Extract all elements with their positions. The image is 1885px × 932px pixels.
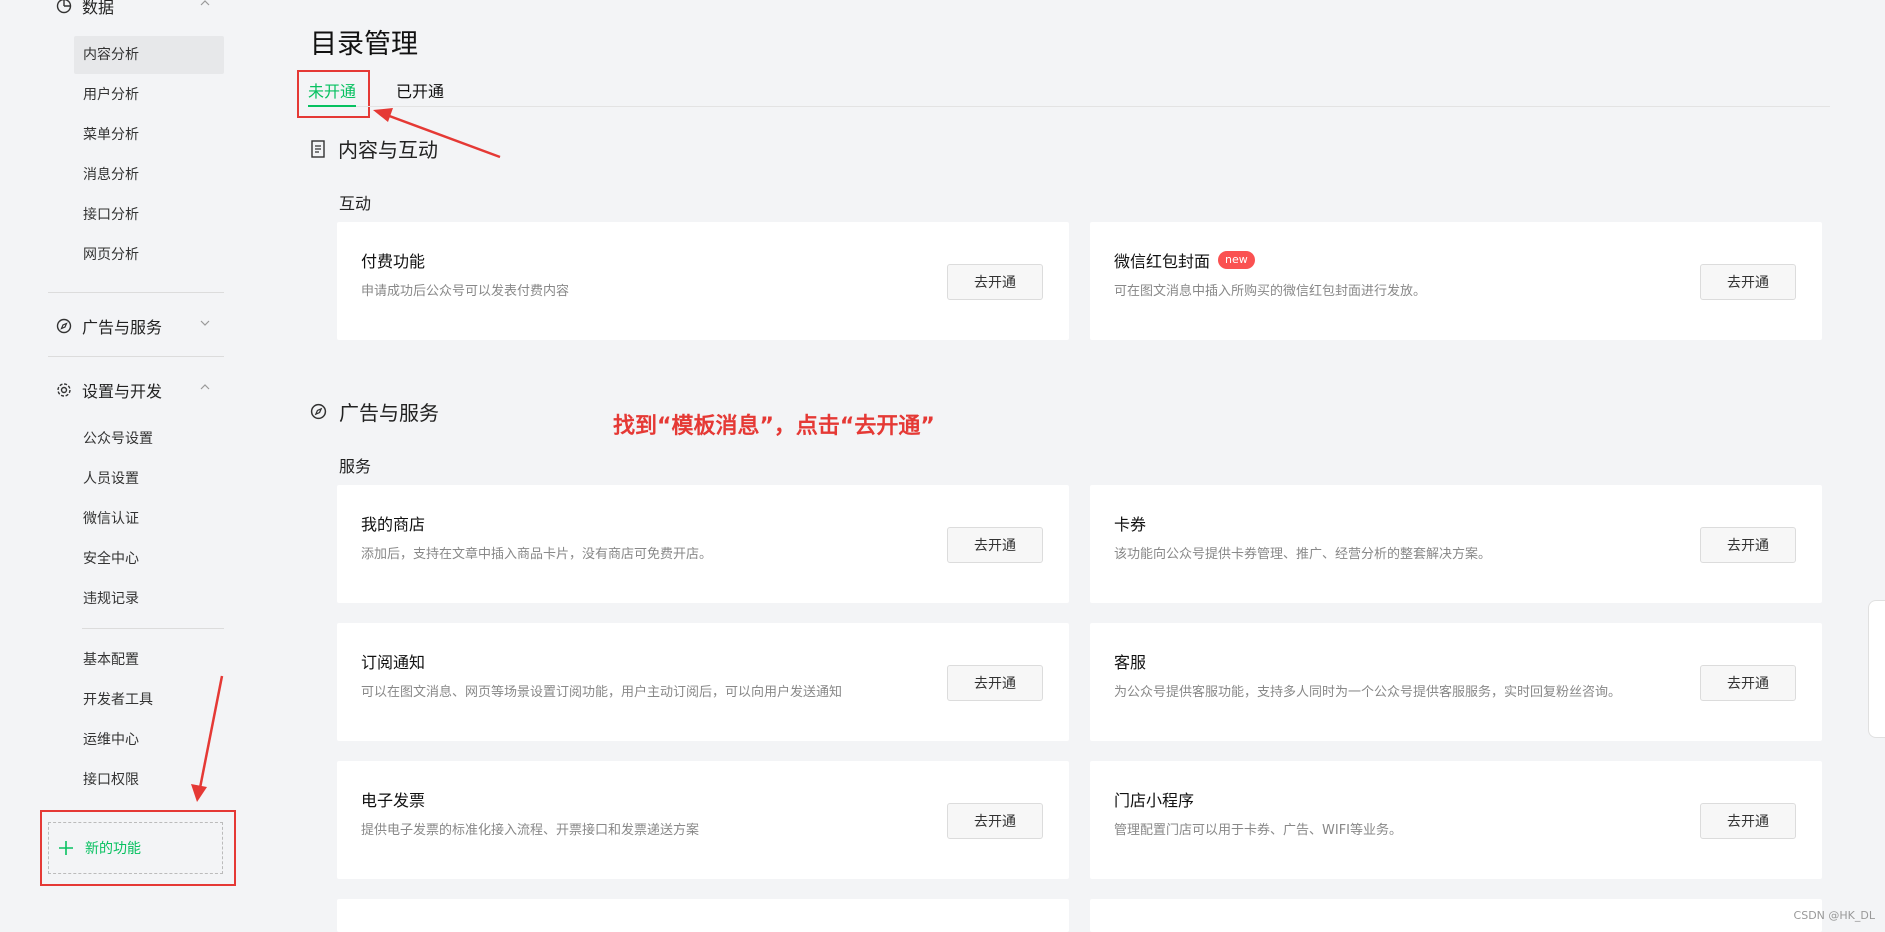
sidebar-item-user-analysis[interactable]: 用户分析 <box>74 76 224 114</box>
card-customer-service: 客服 为公众号提供客服功能，支持多人同时为一个公众号提供客服服务，实时回复粉丝咨… <box>1090 623 1822 741</box>
sidebar-item-web-analysis[interactable]: 网页分析 <box>74 236 224 274</box>
sidebar-item-wechat-verify[interactable]: 微信认证 <box>74 500 224 538</box>
open-button[interactable]: 去开通 <box>947 264 1043 300</box>
card-partial <box>1090 899 1822 932</box>
sidebar-item-ops-center[interactable]: 运维中心 <box>74 721 224 759</box>
card-title-text: 电子发票 <box>361 791 426 810</box>
watermark: CSDN @HK_DL <box>1793 909 1875 922</box>
card-title: 我的商店 <box>361 511 425 535</box>
nav-group-data[interactable]: 数据 <box>56 0 210 18</box>
tab-bar: 未开通 已开通 <box>308 76 1830 107</box>
sidebar-item-api-analysis[interactable]: 接口分析 <box>74 196 224 234</box>
card-title: 订阅通知 <box>361 649 425 673</box>
card-description: 为公众号提供客服功能，支持多人同时为一个公众号提供客服服务，实时回复粉丝咨询。 <box>1114 685 1622 700</box>
card-description: 申请成功后公众号可以发表付费内容 <box>361 284 570 299</box>
card-red-packet-cover: 微信红包封面 new 可在图文消息中插入所购买的微信红包封面进行发放。 去开通 <box>1090 222 1822 340</box>
open-button[interactable]: 去开通 <box>1700 665 1796 701</box>
open-button[interactable]: 去开通 <box>947 665 1043 701</box>
nav-group-data-label: 数据 <box>82 0 115 17</box>
sidebar-divider <box>48 292 224 293</box>
card-title-text: 客服 <box>1114 653 1147 672</box>
nav-group-ads[interactable]: 广告与服务 <box>56 314 210 338</box>
sidebar-item-menu-analysis[interactable]: 菜单分析 <box>74 116 224 154</box>
chevron-up-icon <box>200 384 210 390</box>
card-store-mini-program: 门店小程序 管理配置门店可以用于卡券、广告、WIFI等业务。 去开通 <box>1090 761 1822 879</box>
sidebar-divider <box>48 356 224 357</box>
chevron-down-icon <box>200 320 210 326</box>
sidebar-item-violation-records[interactable]: 违规记录 <box>74 580 224 618</box>
card-title: 付费功能 <box>361 248 425 272</box>
nav-group-ads-label: 广告与服务 <box>82 318 163 337</box>
card-title-text: 订阅通知 <box>361 653 426 672</box>
card-title-text: 我的商店 <box>361 515 426 534</box>
section-title: 广告与服务 <box>339 401 439 425</box>
annotation-text: 找到“模板消息”，点击“去开通” <box>613 414 935 439</box>
card-my-store: 我的商店 添加后，支持在文章中插入商品卡片，没有商店可免费开店。 去开通 <box>337 485 1069 603</box>
sidebar-item-content-analysis[interactable]: 内容分析 <box>74 36 224 74</box>
card-coupons: 卡券 该功能向公众号提供卡券管理、推广、经营分析的整套解决方案。 去开通 <box>1090 485 1822 603</box>
card-title-text: 微信红包封面 <box>1114 252 1211 271</box>
subsection-title: 服务 <box>339 457 372 476</box>
card-description: 可以在图文消息、网页等场景设置订阅功能，用户主动订阅后，可以向用户发送通知 <box>361 685 843 700</box>
card-paid-function: 付费功能 申请成功后公众号可以发表付费内容 去开通 <box>337 222 1069 340</box>
sidebar-item-account-settings[interactable]: 公众号设置 <box>74 420 224 458</box>
nav-group-settings[interactable]: 设置与开发 <box>56 378 210 402</box>
card-title: 客服 <box>1114 649 1146 673</box>
card-partial <box>337 899 1069 932</box>
open-button[interactable]: 去开通 <box>947 803 1043 839</box>
open-button[interactable]: 去开通 <box>947 527 1043 563</box>
card-title: 微信红包封面 new <box>1114 248 1255 272</box>
sidebar-divider <box>82 628 224 629</box>
page-title: 目录管理 <box>310 29 418 60</box>
sidebar-item-developer-tools[interactable]: 开发者工具 <box>74 681 224 719</box>
compass-icon <box>56 318 72 334</box>
card-title-text: 卡券 <box>1114 515 1147 534</box>
compass-icon <box>310 403 327 420</box>
section-ads-services: 广告与服务 <box>310 397 439 426</box>
open-button[interactable]: 去开通 <box>1700 803 1796 839</box>
card-description: 该功能向公众号提供卡券管理、推广、经营分析的整套解决方案。 <box>1114 547 1492 562</box>
card-description: 添加后，支持在文章中插入商品卡片，没有商店可免费开店。 <box>361 547 713 562</box>
nav-group-settings-label: 设置与开发 <box>82 382 163 401</box>
card-description: 可在图文消息中插入所购买的微信红包封面进行发放。 <box>1114 284 1427 299</box>
chart-pie-icon <box>56 0 72 14</box>
card-title: 卡券 <box>1114 511 1146 535</box>
gear-icon <box>57 383 71 397</box>
sidebar-item-basic-config[interactable]: 基本配置 <box>74 641 224 679</box>
document-icon <box>311 139 325 158</box>
new-badge: new <box>1218 251 1255 269</box>
arrowhead-icon <box>373 108 393 122</box>
card-title-text: 付费功能 <box>361 252 426 271</box>
sidebar-item-staff-settings[interactable]: 人员设置 <box>74 460 224 498</box>
side-help-tab[interactable] <box>1868 600 1885 738</box>
card-description: 管理配置门店可以用于卡券、广告、WIFI等业务。 <box>1114 823 1402 838</box>
card-title-text: 门店小程序 <box>1114 791 1195 810</box>
sidebar-item-message-analysis[interactable]: 消息分析 <box>74 156 224 194</box>
card-title: 电子发票 <box>361 787 425 811</box>
card-subscription-notice: 订阅通知 可以在图文消息、网页等场景设置订阅功能，用户主动订阅后，可以向用户发送… <box>337 623 1069 741</box>
section-title: 内容与互动 <box>338 138 438 162</box>
tab-not-enabled[interactable]: 未开通 <box>308 78 357 107</box>
open-button[interactable]: 去开通 <box>1700 264 1796 300</box>
tab-enabled[interactable]: 已开通 <box>396 78 444 102</box>
card-description: 提供电子发票的标准化接入流程、开票接口和发票递送方案 <box>361 823 700 838</box>
sidebar-item-api-permissions[interactable]: 接口权限 <box>74 761 224 799</box>
subsection-title: 互动 <box>339 194 372 213</box>
card-e-invoice: 电子发票 提供电子发票的标准化接入流程、开票接口和发票递送方案 去开通 <box>337 761 1069 879</box>
highlight-box-new-function <box>40 810 236 886</box>
open-button[interactable]: 去开通 <box>1700 527 1796 563</box>
section-content-interaction: 内容与互动 <box>310 134 438 163</box>
sidebar-item-security-center[interactable]: 安全中心 <box>74 540 224 578</box>
chevron-up-icon <box>200 0 210 6</box>
card-title: 门店小程序 <box>1114 787 1194 811</box>
sidebar: 数据 内容分析 用户分析 菜单分析 消息分析 接口分析 网页分析 广告与服务 设… <box>0 0 260 932</box>
